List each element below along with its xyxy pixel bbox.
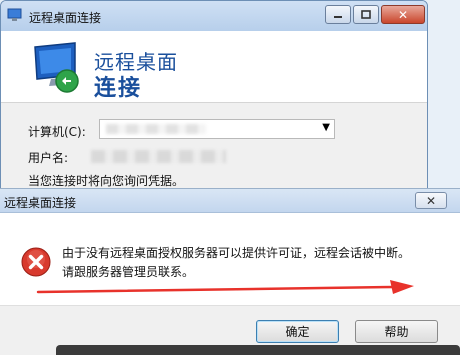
close-icon: ✕ (397, 7, 409, 22)
error-message-line-1: 由于没有远程桌面授权服务器可以提供许可证，远程会话被中断。 (62, 246, 411, 260)
remote-desktop-window: 远程桌面连接 ✕ 远程桌面 连接 计算机(C): ▼ 用户名: 当您连接时将向您… (0, 0, 428, 190)
header-banner: 远程桌面 连接 (1, 31, 427, 103)
username-label: 用户名: (28, 151, 69, 165)
window-title: 远程桌面连接 (29, 11, 102, 25)
chevron-down-icon[interactable]: ▼ (322, 122, 330, 133)
redacted-username-value (91, 150, 226, 163)
computer-label: 计算机(C): (28, 125, 86, 139)
error-message-line-2: 请跟服务器管理员联系。 (62, 265, 195, 279)
title-bar[interactable]: 远程桌面连接 ✕ (1, 1, 427, 31)
background-window-edge (56, 345, 460, 355)
dialog-title-bar[interactable]: 远程桌面连接 ✕ (0, 189, 460, 213)
close-button[interactable]: ✕ (381, 5, 425, 24)
remote-desktop-icon (7, 8, 22, 21)
maximize-icon (361, 10, 371, 19)
minimize-button[interactable] (325, 5, 351, 24)
error-dialog: 远程桌面连接 ✕ 由于没有远程桌面授权服务器可以提供许可证，远程会话被中断。 请… (0, 188, 460, 355)
red-arrow-annotation (36, 280, 414, 294)
minimize-icon (334, 15, 342, 18)
computer-combobox[interactable]: ▼ (99, 119, 335, 139)
error-icon (21, 247, 51, 277)
close-icon: ✕ (425, 193, 437, 208)
help-button[interactable]: 帮助 (355, 320, 438, 343)
maximize-button[interactable] (353, 5, 379, 24)
heading-line-2: 连接 (94, 76, 143, 101)
redacted-computer-value (106, 124, 206, 134)
credentials-note: 当您连接时将向您询问凭据。 (28, 174, 185, 188)
dialog-close-button[interactable]: ✕ (415, 192, 447, 209)
dialog-title: 远程桌面连接 (4, 196, 77, 210)
ok-button[interactable]: 确定 (256, 320, 339, 343)
monitor-connection-icon (34, 42, 79, 93)
